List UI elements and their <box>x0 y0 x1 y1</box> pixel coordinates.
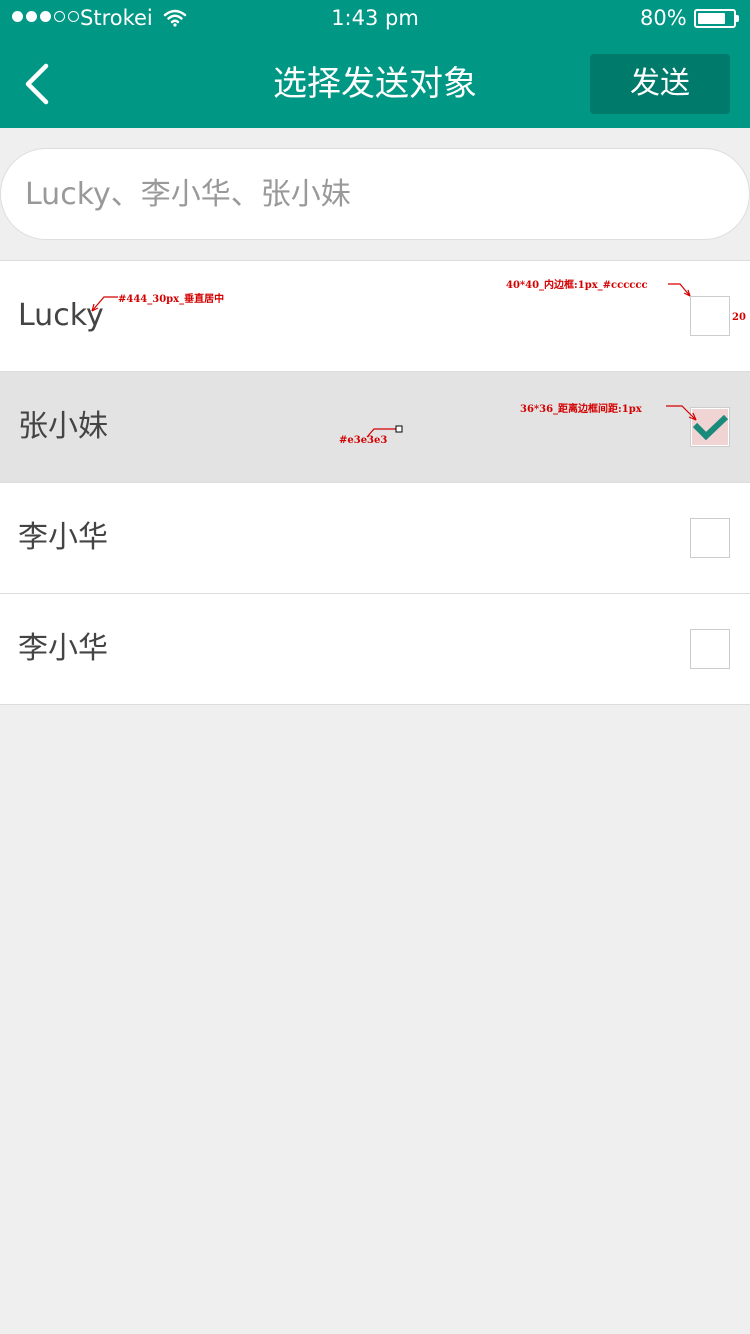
contact-row-lixiaohua[interactable]: 李小华 <box>0 483 750 594</box>
annotation-checkbox-margin: 20 <box>732 312 746 323</box>
contact-row-lixiaohua-2[interactable]: 李小华 <box>0 594 750 705</box>
search-area <box>0 128 750 260</box>
contact-list: Lucky 张小妹 李小华 李小华 <box>0 260 750 705</box>
battery-percent: 80% <box>640 6 687 30</box>
battery-icon <box>694 9 739 28</box>
contact-checkbox[interactable] <box>690 296 730 336</box>
contact-name: 李小华 <box>18 520 108 555</box>
contact-name: 张小妹 <box>18 409 108 444</box>
contact-name: Lucky <box>18 298 104 333</box>
header-bar: Strokei 1:43 pm 80% 选择发送对象 发送 <box>0 0 750 128</box>
annotation-checkbox-inner: 36*36_距离边框间距:1px <box>520 404 642 415</box>
contact-checkbox[interactable] <box>690 407 730 447</box>
status-time: 1:43 pm <box>331 6 419 30</box>
annotation-row-bg: #e3e3e3 <box>339 435 388 446</box>
status-bar: Strokei 1:43 pm 80% <box>0 0 750 38</box>
recipient-search-input[interactable] <box>0 148 750 240</box>
contact-checkbox[interactable] <box>690 518 730 558</box>
contact-checkbox[interactable] <box>690 629 730 669</box>
contact-name: 李小华 <box>18 631 108 666</box>
send-button[interactable]: 发送 <box>590 54 730 114</box>
annotation-name-text: #444_30px_垂直居中 <box>118 294 225 305</box>
checkmark-icon <box>692 414 728 441</box>
contact-row-zhangxiaomei[interactable]: 张小妹 <box>0 372 750 483</box>
annotation-checkbox-box: 40*40_内边框:1px_#cccccc <box>506 280 648 291</box>
